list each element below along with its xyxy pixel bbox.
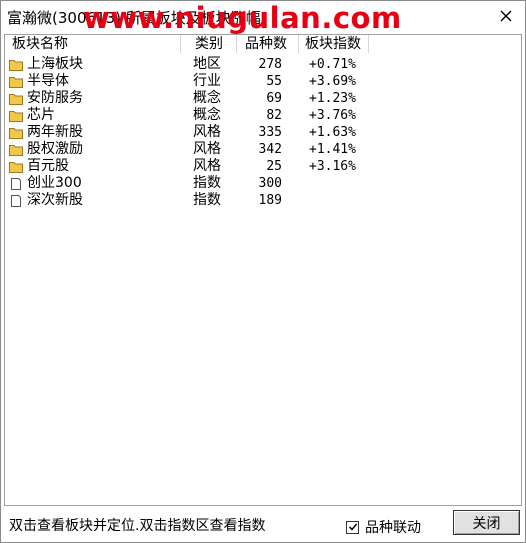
folder-icon [9, 144, 23, 156]
header-name[interactable]: 板块名称 [5, 35, 181, 53]
sector-type: 地区 [193, 56, 221, 72]
sector-name: 百元股 [27, 158, 69, 174]
sector-count: 300 [258, 176, 282, 191]
close-button[interactable]: 关闭 [453, 510, 520, 535]
sector-name-cell: 创业300 [9, 175, 82, 192]
checkbox-box[interactable] [346, 520, 359, 534]
sector-change: +1.63% [309, 125, 356, 140]
sector-name-cell: 股权激励 [9, 141, 83, 158]
sector-name: 深次新股 [27, 192, 83, 208]
list-item[interactable]: 上海板块 地区 278 +0.71% [5, 56, 375, 73]
list-item[interactable]: 深次新股 指数 189 [5, 192, 375, 209]
sector-name-cell: 百元股 [9, 158, 69, 175]
document-icon [9, 177, 23, 190]
folder-icon [9, 161, 23, 173]
sector-count: 25 [266, 159, 282, 174]
sector-change: +0.71% [309, 57, 356, 72]
sector-change: +3.69% [309, 74, 356, 89]
close-icon[interactable] [493, 4, 519, 28]
list-item[interactable]: 股权激励 风格 342 +1.41% [5, 141, 375, 158]
sector-type: 风格 [193, 158, 221, 174]
list-item[interactable]: 安防服务 概念 69 +1.23% [5, 90, 375, 107]
sector-count: 69 [266, 91, 282, 106]
list-item[interactable]: 芯片 概念 82 +3.76% [5, 107, 375, 124]
sector-type: 概念 [193, 107, 221, 123]
folder-icon [9, 59, 23, 71]
list-item[interactable]: 两年新股 风格 335 +1.63% [5, 124, 375, 141]
title-bar[interactable]: 富瀚微(300613) 所属板块及板块涨幅 www.niugulan.com [1, 1, 525, 35]
link-checkbox-label: 品种联动 [365, 520, 421, 536]
sector-count: 342 [258, 142, 282, 157]
dialog-window: 富瀚微(300613) 所属板块及板块涨幅 www.niugulan.com 板… [0, 0, 526, 543]
sector-count: 82 [266, 108, 282, 123]
sector-count: 55 [266, 74, 282, 89]
sector-type: 行业 [193, 73, 221, 89]
folder-icon [9, 76, 23, 88]
sector-name-cell: 上海板块 [9, 56, 83, 73]
header-change[interactable]: 板块指数 [299, 35, 369, 53]
sector-count: 189 [258, 193, 282, 208]
sector-change: +1.23% [309, 91, 356, 106]
folder-icon [9, 93, 23, 105]
sector-name: 芯片 [27, 107, 55, 123]
sector-name: 创业300 [27, 175, 82, 191]
sector-name-cell: 安防服务 [9, 90, 83, 107]
sector-change: +3.16% [309, 159, 356, 174]
folder-icon [9, 127, 23, 139]
document-icon [9, 194, 23, 207]
link-checkbox[interactable]: 品种联动 [346, 517, 421, 537]
list-item[interactable]: 创业300 指数 300 [5, 175, 375, 192]
sector-change: +3.76% [309, 108, 356, 123]
sector-count: 335 [258, 125, 282, 140]
list-item[interactable]: 半导体 行业 55 +3.69% [5, 73, 375, 90]
header-count[interactable]: 品种数 [237, 35, 299, 53]
list-header: 板块名称 类别 品种数 板块指数 [5, 35, 521, 53]
sector-type: 风格 [193, 141, 221, 157]
sector-name: 安防服务 [27, 90, 83, 106]
sector-name-cell: 两年新股 [9, 124, 83, 141]
sector-list[interactable]: 板块名称 类别 品种数 板块指数 上海板块 地区 278 +0.71% 半导体 行业 55 +… [4, 34, 522, 506]
sector-type: 指数 [193, 175, 221, 191]
sector-name: 两年新股 [27, 124, 83, 140]
sector-name: 股权激励 [27, 141, 83, 157]
folder-icon [9, 110, 23, 122]
sector-count: 278 [258, 57, 282, 72]
sector-type: 风格 [193, 124, 221, 140]
sector-name-cell: 芯片 [9, 107, 55, 124]
sector-type: 指数 [193, 192, 221, 208]
sector-type: 概念 [193, 90, 221, 106]
sector-name: 半导体 [27, 73, 69, 89]
list-item[interactable]: 百元股 风格 25 +3.16% [5, 158, 375, 175]
status-hint: 双击查看板块并定位.双击指数区查看指数 [9, 518, 266, 534]
watermark-text: www.niugulan.com [83, 1, 402, 35]
sector-name: 上海板块 [27, 56, 83, 72]
sector-name-cell: 深次新股 [9, 192, 83, 209]
sector-change: +1.41% [309, 142, 356, 157]
header-type[interactable]: 类别 [181, 35, 237, 53]
sector-name-cell: 半导体 [9, 73, 69, 90]
